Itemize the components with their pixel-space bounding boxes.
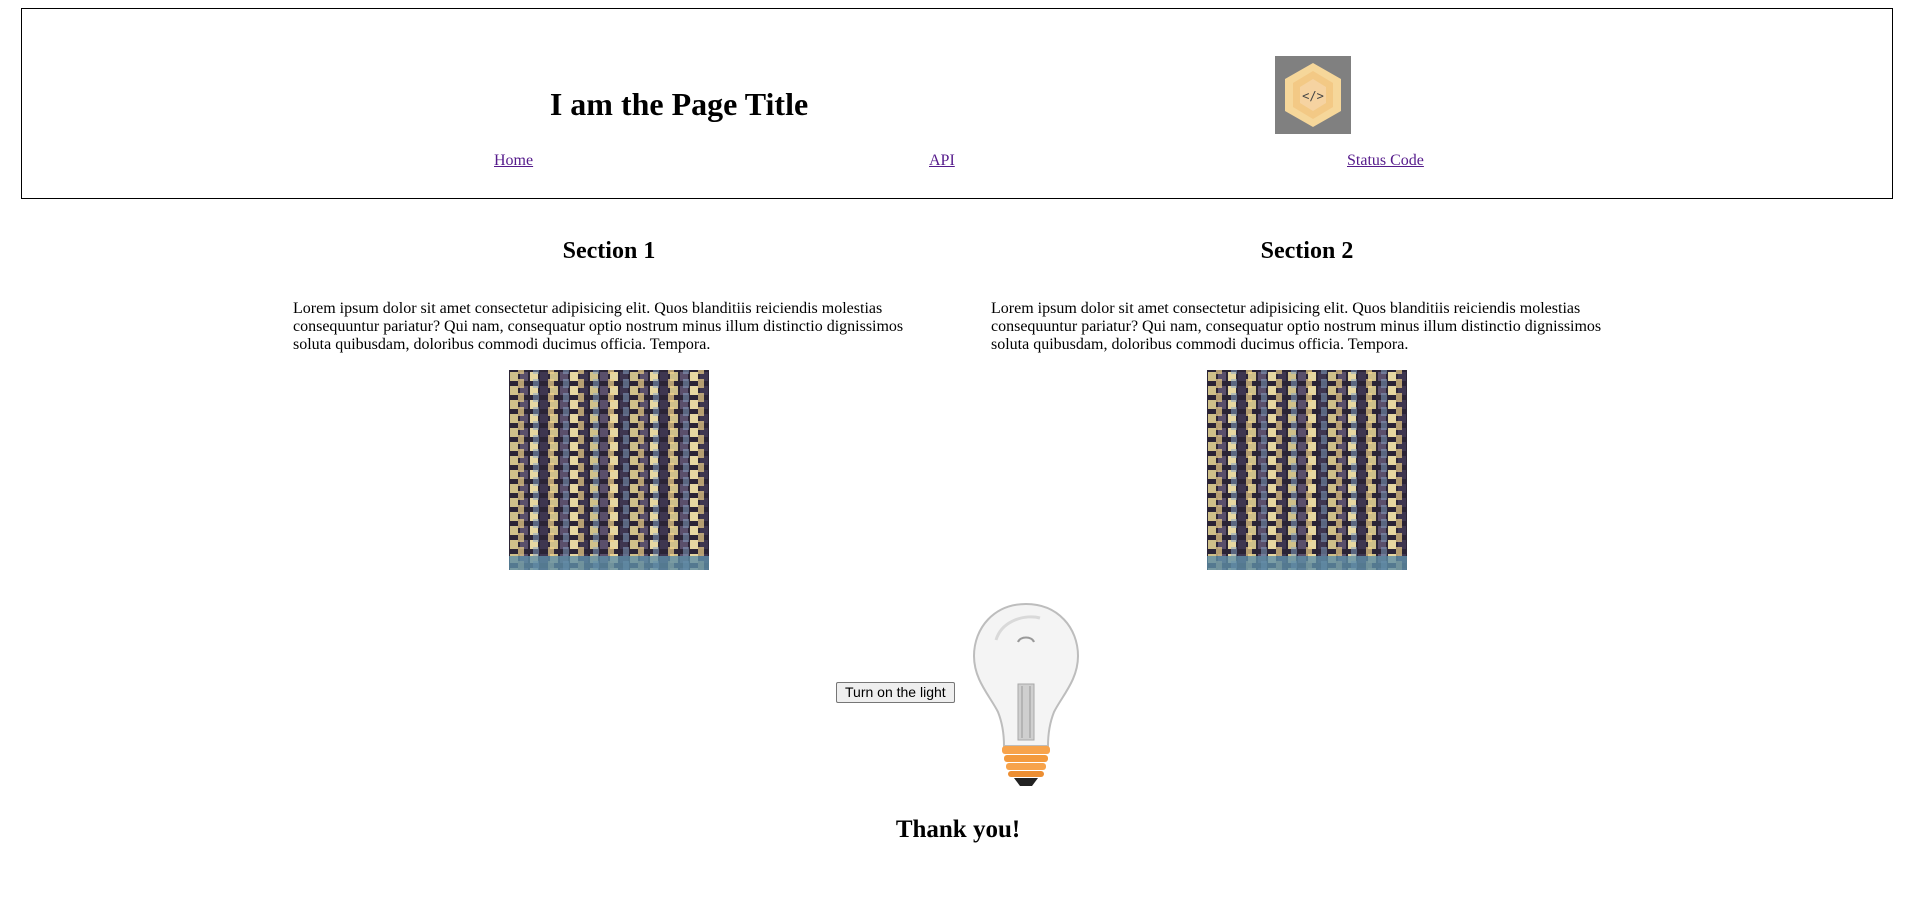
section-1-text: Lorem ipsum dolor sit amet consectetur a…	[293, 300, 904, 353]
nav-status-code-link[interactable]: Status Code	[1347, 151, 1424, 171]
section-2-title: Section 2	[1260, 238, 1354, 264]
nav-home-link[interactable]: Home	[494, 151, 533, 171]
nav-api-link[interactable]: API	[929, 151, 955, 171]
hexagon-code-icon: </>	[1285, 63, 1341, 127]
logo-glyph: </>	[1302, 89, 1324, 103]
section-1-title: Section 1	[562, 238, 656, 264]
section-2-text: Lorem ipsum dolor sit amet consectetur a…	[991, 300, 1602, 353]
turn-on-light-button[interactable]: Turn on the light	[836, 682, 955, 703]
thank-you-heading: Thank you!	[895, 816, 1021, 843]
lightbulb-icon	[972, 602, 1080, 786]
section-2-image	[1207, 370, 1407, 570]
site-header: I am the Page Title </> Home API Status …	[21, 8, 1893, 199]
code-hexagon-logo: </>	[1275, 56, 1351, 134]
section-1-image	[509, 370, 709, 570]
page-title: I am the Page Title	[549, 86, 809, 122]
